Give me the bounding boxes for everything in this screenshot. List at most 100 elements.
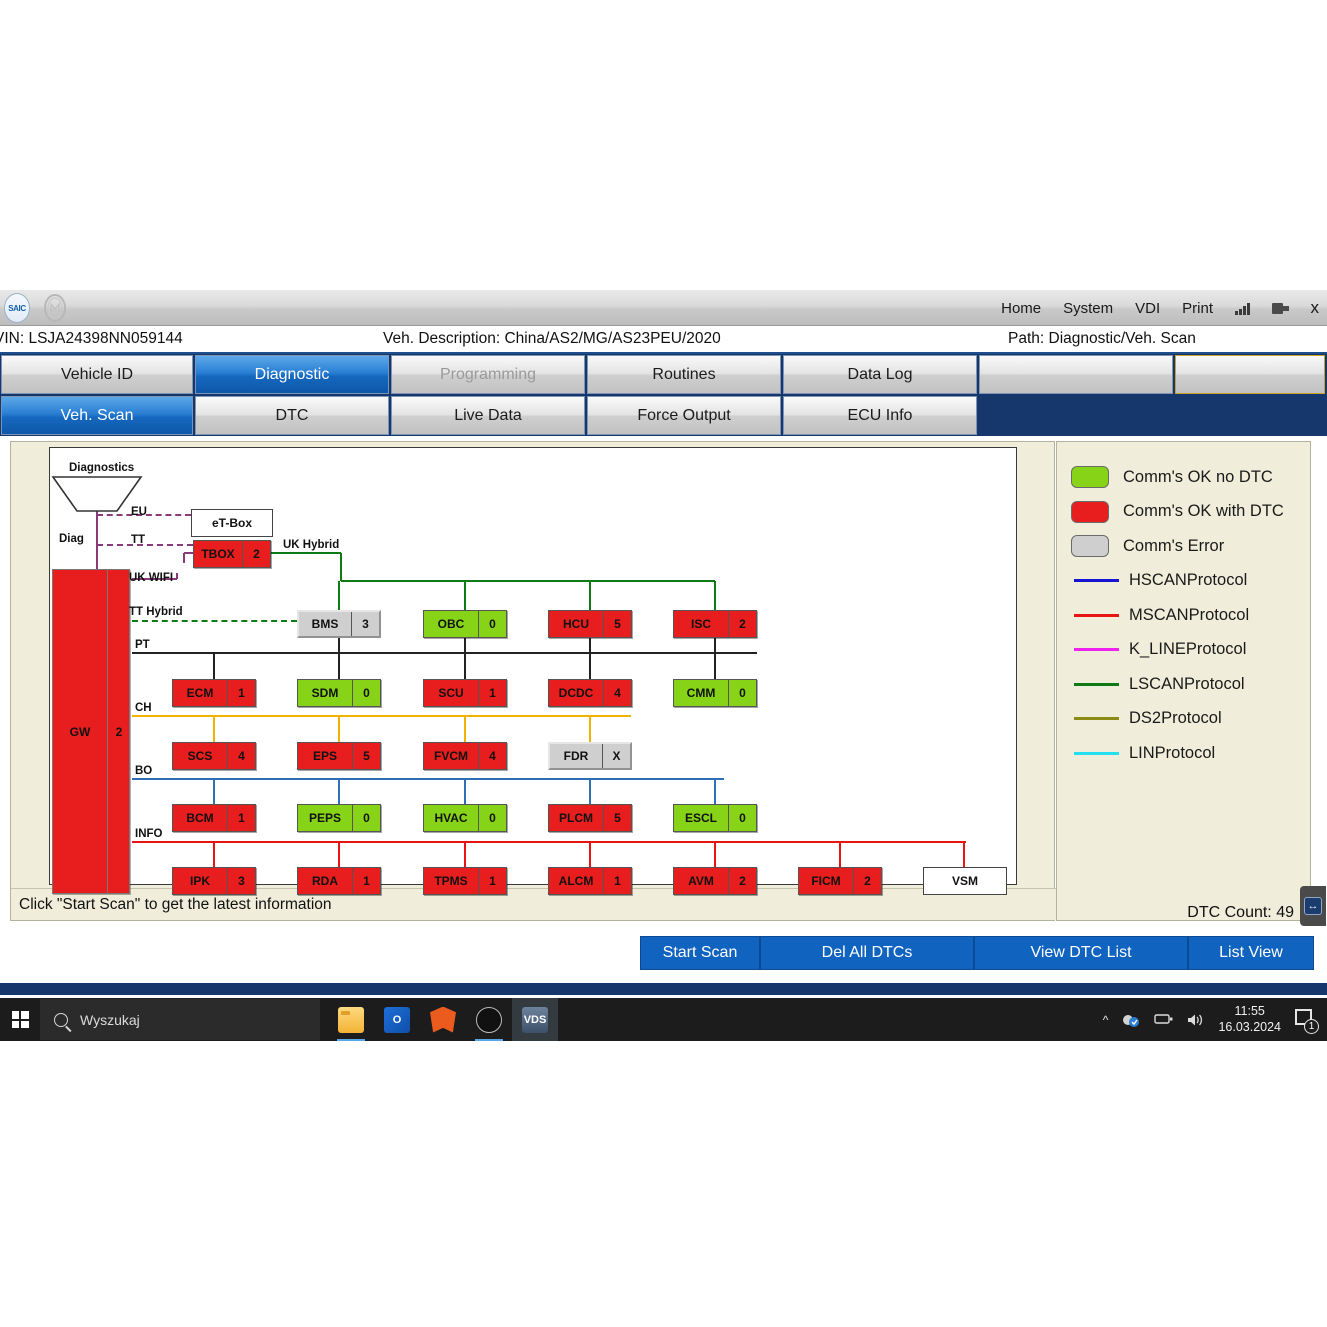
vin-label: VIN: LSJA24398NN059144	[0, 330, 183, 347]
taskbar-clock[interactable]: 11:55 16.03.2024	[1218, 1004, 1281, 1035]
tray-chevron-icon[interactable]: ^	[1103, 1013, 1109, 1027]
ecu-node-fdr[interactable]: FDR X	[548, 742, 632, 770]
app-icon-black[interactable]	[466, 998, 512, 1041]
ecu-node-scs[interactable]: SCS 4	[172, 742, 256, 770]
mdiag-app-icon[interactable]: VDS	[512, 998, 558, 1041]
ecu-node-name: PEPS	[308, 811, 341, 825]
taskbar-app-list: O VDS	[328, 998, 558, 1041]
view-dtc-list-button[interactable]: View DTC List	[974, 936, 1188, 970]
gateway-label: GW	[69, 724, 91, 739]
ecu-node-name: EPS	[312, 749, 337, 763]
ecu-node-fvcm[interactable]: FVCM 4	[423, 742, 507, 770]
bus-wire	[464, 581, 466, 610]
ecu-node-tpms[interactable]: TPMS 1	[423, 867, 507, 895]
diagnostics-title-label: Diagnostics	[69, 462, 135, 474]
legend-label: Comm's OK no DTC	[1123, 467, 1273, 486]
ecu-node-plcm[interactable]: PLCM 5	[548, 804, 632, 832]
del-all-dtcs-button[interactable]: Del All DTCs	[760, 936, 974, 970]
search-placeholder: Wyszukaj	[80, 1011, 140, 1028]
ecu-node-et-box[interactable]: eT-Box	[191, 509, 273, 537]
tab-data-log[interactable]: Data Log	[783, 355, 977, 394]
bus-label: TT Hybrid	[129, 606, 183, 618]
bus-wire	[464, 653, 466, 679]
vehicle-info-bar: VIN: LSJA24398NN059144 Veh. Description:…	[0, 326, 1327, 354]
ecu-node-name: VSM	[951, 874, 978, 888]
ecu-node-vsm[interactable]: VSM	[923, 867, 1007, 895]
menu-home[interactable]: Home	[1001, 300, 1041, 317]
ecu-node-hvac[interactable]: HVAC 0	[423, 804, 507, 832]
file-explorer-icon[interactable]	[328, 998, 374, 1041]
ecu-node-escl[interactable]: ESCL 0	[673, 804, 757, 832]
ecu-node-ficm[interactable]: FICM 2	[798, 867, 882, 895]
legend-protocol-item: LINProtocol	[1071, 736, 1310, 771]
ecu-node-peps[interactable]: PEPS 0	[297, 804, 381, 832]
legend-color-swatch-0	[1071, 466, 1109, 489]
ecu-node-ecm[interactable]: ECM 1	[172, 679, 256, 707]
bus-wire	[963, 842, 965, 867]
subtab-dtc[interactable]: DTC	[195, 396, 389, 435]
bus-wire	[464, 779, 466, 804]
tab-programming[interactable]: Programming	[391, 355, 585, 394]
network-diagram-canvas[interactable]: Diagnostics Diag GW 2 EU TT UK WIFI TT Hybrid PT…	[49, 447, 1017, 895]
tab-vehicle-id[interactable]: Vehicle ID	[1, 355, 193, 394]
ecu-node-name: FDR	[563, 749, 589, 763]
network-icon[interactable]	[1122, 1012, 1140, 1028]
ecu-node-tbox[interactable]: TBOX 2	[193, 540, 271, 568]
ecu-node-dcdc[interactable]: DCDC 4	[548, 679, 632, 707]
ecu-node-bms[interactable]: BMS 3	[297, 610, 381, 638]
bus-wire	[183, 553, 185, 563]
ecu-node-name: ECM	[186, 686, 214, 700]
outlook-icon[interactable]: O	[374, 998, 420, 1041]
ecu-node-sdm[interactable]: SDM 0	[297, 679, 381, 707]
ecu-node-dtc-count: 5	[352, 743, 380, 769]
start-scan-button[interactable]: Start Scan	[640, 936, 760, 970]
ecu-node-isc[interactable]: ISC 2	[673, 610, 757, 638]
ecu-node-name: RDA	[312, 874, 338, 888]
subtab-force-output[interactable]: Force Output	[587, 396, 781, 435]
diagnostic-connector-icon	[51, 475, 143, 520]
list-view-button[interactable]: List View	[1188, 936, 1314, 970]
tab-routines[interactable]: Routines	[587, 355, 781, 394]
ecu-node-hcu[interactable]: HCU 5	[548, 610, 632, 638]
ecu-node-name: BMS	[311, 617, 339, 631]
menu-print[interactable]: Print	[1182, 300, 1213, 317]
ecu-node-rda[interactable]: RDA 1	[297, 867, 381, 895]
ecu-node-dtc-count: 4	[478, 743, 506, 769]
windows-start-icon[interactable]	[0, 998, 40, 1041]
ecu-node-bcm[interactable]: BCM 1	[172, 804, 256, 832]
ecu-node-obc[interactable]: OBC 0	[423, 610, 507, 638]
ecu-node-dtc-count: 1	[352, 868, 380, 894]
ecu-node-ipk[interactable]: IPK 3	[172, 867, 256, 895]
ecu-node-name: TPMS	[434, 874, 468, 888]
bus-label: PT	[135, 639, 150, 651]
bus-wire	[132, 652, 757, 654]
volume-icon[interactable]	[1186, 1012, 1204, 1028]
subtab-live-data[interactable]: Live Data	[391, 396, 585, 435]
tab-diagnostic[interactable]: Diagnostic	[195, 355, 389, 394]
legend-protocol-item: DS2Protocol	[1071, 702, 1310, 737]
horizontal-resize-icon[interactable]: ↔	[1300, 886, 1326, 926]
bus-wire	[271, 552, 341, 554]
primary-tab-bar: Vehicle ID Diagnostic Programming Routines D…	[0, 354, 1327, 395]
ecu-node-avm[interactable]: AVM 2	[673, 867, 757, 895]
ecu-node-alcm[interactable]: ALCM 1	[548, 867, 632, 895]
dtc-count-label: DTC Count: 49	[1187, 904, 1294, 921]
gateway-node[interactable]: GW 2	[52, 569, 130, 894]
ecu-node-eps[interactable]: EPS 5	[297, 742, 381, 770]
close-icon[interactable]: x	[1311, 298, 1320, 318]
subtab-ecu-info[interactable]: ECU Info	[783, 396, 977, 435]
notifications-icon[interactable]: 1	[1295, 1007, 1319, 1034]
brave-browser-icon[interactable]	[420, 998, 466, 1041]
battery-icon[interactable]	[1154, 1012, 1173, 1028]
ecu-node-cmm[interactable]: CMM 0	[673, 679, 757, 707]
menu-vdi[interactable]: VDI	[1135, 300, 1160, 317]
subtab-veh-scan[interactable]: Veh. Scan	[1, 396, 193, 435]
ecu-node-name: IPK	[189, 874, 210, 888]
ecu-node-scu[interactable]: SCU 1	[423, 679, 507, 707]
ecu-node-dtc-count: 0	[352, 680, 380, 706]
search-input[interactable]: Wyszukaj	[40, 999, 320, 1040]
bus-wire	[132, 778, 724, 780]
mg-logo-icon	[40, 293, 70, 323]
bus-wire	[464, 716, 466, 742]
menu-system[interactable]: System	[1063, 300, 1113, 317]
